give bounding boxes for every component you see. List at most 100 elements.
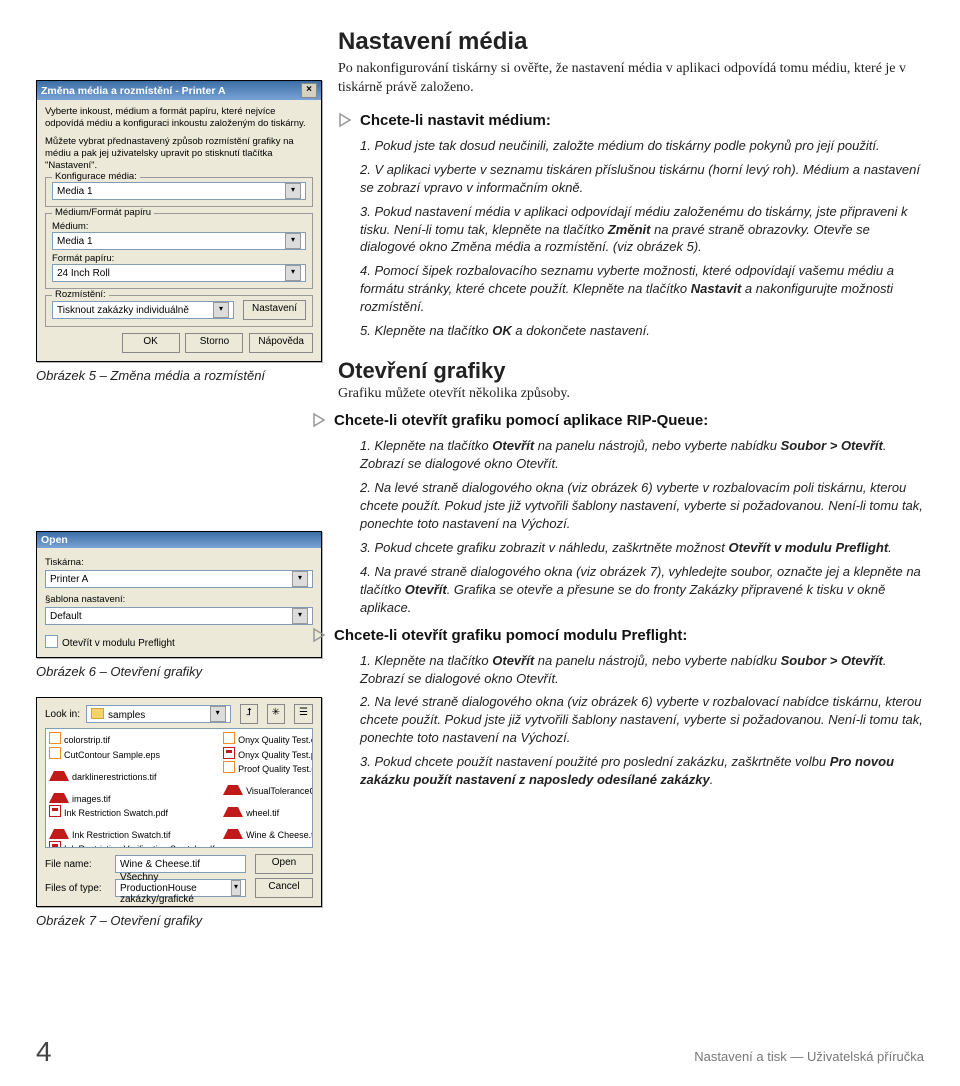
medium-value: Media 1 xyxy=(57,236,93,247)
template-value: Default xyxy=(50,611,82,622)
settings-button[interactable]: Nastavení xyxy=(243,300,306,320)
open-rip-heading-text: Chcete-li otevřít grafiku pomocí aplikac… xyxy=(334,412,708,429)
files-of-type-dropdown[interactable]: Všechny ProductionHouse zakázky/grafické… xyxy=(115,879,246,897)
file-list-col2: Onyx Quality Test.epsOnyx Quality Test.p… xyxy=(223,732,313,844)
printer-value: Printer A xyxy=(50,574,88,585)
step-item: 3. Pokud chcete grafiku zobrazit v náhle… xyxy=(360,539,928,557)
step-item: 2. Na levé straně dialogového okna (viz … xyxy=(360,693,928,747)
chevron-down-icon[interactable]: ▾ xyxy=(231,880,241,896)
paper-format-dropdown[interactable]: 24 Inch Roll ▾ xyxy=(52,264,306,282)
look-in-label: Look in: xyxy=(45,709,80,720)
step-item: 1. Klepněte na tlačítko Otevřít na panel… xyxy=(360,437,928,473)
file-item[interactable]: Ink Restriction Swatch.pdf xyxy=(49,805,217,819)
file-type-icon xyxy=(223,797,243,817)
checkbox-icon[interactable] xyxy=(45,635,58,648)
file-type-icon xyxy=(49,732,61,744)
help-button[interactable]: Nápověda xyxy=(249,333,313,353)
figure-5-caption: Obrázek 5 – Změna média a rozmístění xyxy=(36,368,322,383)
new-folder-icon[interactable]: ✳ xyxy=(267,704,285,724)
dialog6-titlebar: Open xyxy=(37,532,321,548)
file-type-icon xyxy=(49,841,61,848)
files-of-type-value: Všechny ProductionHouse zakázky/grafické xyxy=(120,872,231,905)
file-item[interactable]: Wine & Cheese.tif xyxy=(223,819,313,841)
chevron-down-icon[interactable]: ▾ xyxy=(285,233,301,249)
figure-7-caption: Obrázek 7 – Otevření grafiky xyxy=(36,913,322,928)
cancel-button[interactable]: Cancel xyxy=(255,878,313,898)
figure-5-dialog: Změna média a rozmístění - Printer A × V… xyxy=(36,80,322,362)
open-button[interactable]: Open xyxy=(255,854,313,874)
list-view-icon[interactable]: ☰ xyxy=(294,704,313,724)
step-item: 1. Pokud jste tak dosud neučinili, založ… xyxy=(360,137,928,155)
paper-format-label: Formát papíru: xyxy=(52,253,306,264)
medium-dropdown[interactable]: Media 1 ▾ xyxy=(52,232,306,250)
dialog5-note2: Můžete vybrat přednastavený způsob rozmí… xyxy=(45,136,313,172)
arrow-right-icon xyxy=(312,627,328,644)
step-item: 2. V aplikaci vyberte v seznamu tiskáren… xyxy=(360,161,928,197)
chevron-down-icon[interactable]: ▾ xyxy=(292,571,308,587)
file-item[interactable]: Ink Restriction Swatch.tif xyxy=(49,819,217,841)
open-in-preflight-checkbox[interactable]: Otevřít v modulu Preflight xyxy=(45,635,313,649)
group-config-media: Konfigurace média: Media 1 ▾ xyxy=(45,177,313,207)
step-item: 1. Klepněte na tlačítko Otevřít na panel… xyxy=(360,652,928,688)
file-type-icon xyxy=(223,761,235,773)
media-config-dropdown[interactable]: Media 1 ▾ xyxy=(52,182,306,200)
template-dropdown[interactable]: Default ▾ xyxy=(45,607,313,625)
dialog5-title: Změna média a rozmístění - Printer A xyxy=(41,85,226,97)
open-preflight-heading: Chcete-li otevřít grafiku pomocí modulu … xyxy=(312,627,928,644)
file-item[interactable]: Ink Restriction Verification Swatch.pdf xyxy=(49,841,217,848)
chevron-down-icon[interactable]: ▾ xyxy=(210,706,226,722)
step-item: 2. Na levé straně dialogového okna (viz … xyxy=(360,479,928,533)
file-item[interactable]: colorstrip.tif xyxy=(49,732,217,746)
cancel-button[interactable]: Storno xyxy=(185,333,243,353)
chevron-down-icon[interactable]: ▾ xyxy=(292,608,308,624)
up-folder-icon[interactable]: ⮥ xyxy=(240,704,258,724)
group-placement: Rozmístění: Tisknout zakázky individuáln… xyxy=(45,295,313,327)
step-item: 4. Pomocí šipek rozbalovacího seznamu vy… xyxy=(360,262,928,316)
file-name-value: Wine & Cheese.tif xyxy=(120,859,200,870)
file-list[interactable]: colorstrip.tifCutContour Sample.epsdarkl… xyxy=(45,728,313,848)
file-item[interactable]: VisualToleranceChart.tif xyxy=(223,775,313,797)
group-config-media-label: Konfigurace média: xyxy=(52,171,140,182)
file-type-icon xyxy=(223,775,243,795)
file-type-icon xyxy=(223,732,235,744)
file-item[interactable]: Onyx Quality Test.eps xyxy=(223,732,313,746)
file-item[interactable]: wheel.tif xyxy=(223,797,313,819)
file-item[interactable]: darklinerestrictions.tif xyxy=(49,761,217,783)
page-footer: 4 Nastavení a tisk — Uživatelská příručk… xyxy=(36,1036,924,1068)
printer-dropdown[interactable]: Printer A ▾ xyxy=(45,570,313,588)
section-media-title: Nastavení média xyxy=(338,28,928,56)
look-in-value: samples xyxy=(108,710,145,721)
medium-label: Médium: xyxy=(52,221,306,232)
chevron-down-icon[interactable]: ▾ xyxy=(285,183,301,199)
figure-6-caption: Obrázek 6 – Otevření grafiky xyxy=(36,664,322,679)
section-media-lead: Po nakonfigurování tiskárny si ověřte, ž… xyxy=(338,60,928,98)
file-list-col1: colorstrip.tifCutContour Sample.epsdarkl… xyxy=(49,732,217,844)
file-item[interactable]: Onyx Quality Test.pdf xyxy=(223,747,313,761)
file-type-icon xyxy=(223,819,243,839)
look-in-dropdown[interactable]: samples ▾ xyxy=(86,705,231,723)
step-item: 5. Klepněte na tlačítko OK a dokončete n… xyxy=(360,322,928,340)
file-item[interactable]: CutContour Sample.eps xyxy=(49,747,217,761)
ok-button[interactable]: OK xyxy=(122,333,180,353)
group-placement-label: Rozmístění: xyxy=(52,289,109,300)
arrow-right-icon xyxy=(312,412,328,429)
media-config-value: Media 1 xyxy=(57,186,93,197)
file-name-input[interactable]: Wine & Cheese.tif xyxy=(115,855,246,873)
open-preflight-steps: 1. Klepněte na tlačítko Otevřít na panel… xyxy=(338,652,928,790)
placement-dropdown[interactable]: Tisknout zakázky individuálně ▾ xyxy=(52,301,234,319)
section-open-title: Otevření grafiky xyxy=(338,358,928,384)
arrow-right-icon xyxy=(338,112,354,129)
open-in-preflight-label: Otevřít v modulu Preflight xyxy=(62,638,175,649)
group-media-format-label: Médium/Formát papíru xyxy=(52,207,154,218)
close-icon[interactable]: × xyxy=(301,83,317,98)
chevron-down-icon[interactable]: ▾ xyxy=(213,302,229,318)
file-type-icon xyxy=(49,783,69,803)
file-item[interactable]: images.tif xyxy=(49,783,217,805)
template-label: §ablona nastavení: xyxy=(45,594,313,605)
file-item[interactable]: Proof Quality Test.eps xyxy=(223,761,313,775)
figure-6-dialog: Open Tiskárna: Printer A ▾ §ablona nasta… xyxy=(36,531,322,658)
dialog6-title: Open xyxy=(41,534,68,546)
step-item: 3. Pokud nastavení média v aplikaci odpo… xyxy=(360,203,928,257)
chevron-down-icon[interactable]: ▾ xyxy=(285,265,301,281)
set-media-heading-text: Chcete-li nastavit médium: xyxy=(360,112,551,129)
